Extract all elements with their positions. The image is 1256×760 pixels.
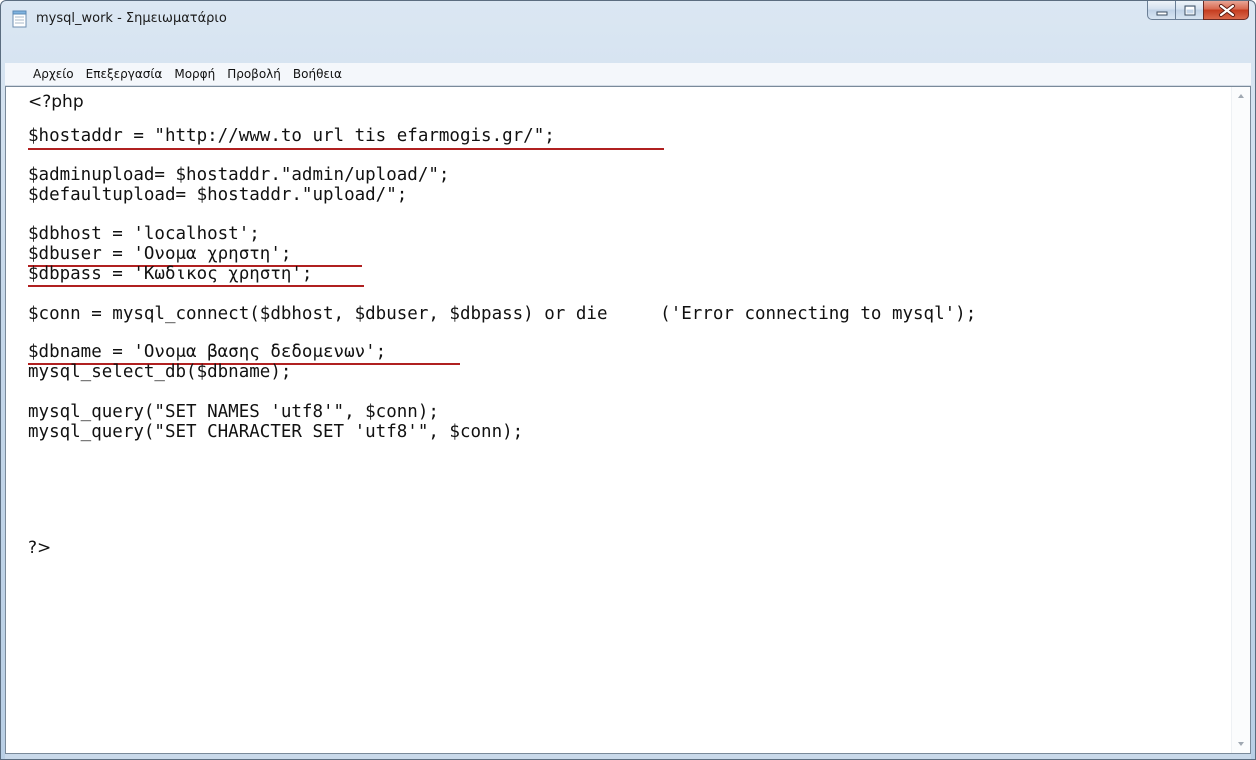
menu-help[interactable]: Βοήθεια <box>287 63 348 85</box>
text-editor[interactable]: <?php $hostaddr = "http://www.to url tis… <box>5 86 1251 754</box>
code-line-adminupload: $adminupload= $hostaddr."admin/upload/"; <box>28 165 450 185</box>
code-line-dbpass: $dbpass = 'Κωδικος χρηστη'; <box>28 264 313 284</box>
red-underline-dbpass <box>28 285 364 287</box>
code-line-set-names: mysql_query("SET NAMES 'utf8'", $conn); <box>28 402 439 422</box>
minimize-icon <box>1156 11 1168 16</box>
close-icon <box>1219 4 1235 17</box>
code-line-php-open: <?php <box>28 92 84 112</box>
window-title: mysql_work - Σημειωματάριο <box>36 11 227 26</box>
menu-edit[interactable]: Επεξεργασία <box>80 63 169 85</box>
code-line-select-db: mysql_select_db($dbname); <box>28 362 292 382</box>
code-line-dbhost: $dbhost = 'localhost'; <box>28 224 260 244</box>
red-underline-hostaddr <box>28 148 664 150</box>
maximize-button[interactable] <box>1175 1 1203 20</box>
close-button[interactable] <box>1203 1 1249 20</box>
caption-buttons <box>1147 1 1249 21</box>
menu-view[interactable]: Προβολή <box>221 63 287 85</box>
code-line-dbuser: $dbuser = 'Ονομα χρηστη'; <box>28 244 292 264</box>
menu-file[interactable]: Αρχείο <box>5 63 80 85</box>
code-line-php-close: ?> <box>28 538 52 558</box>
notepad-icon[interactable] <box>12 10 28 28</box>
code-line-conn: $conn = mysql_connect($dbhost, $dbuser, … <box>28 304 977 324</box>
vertical-scrollbar[interactable] <box>1231 87 1250 753</box>
maximize-icon <box>1184 5 1196 16</box>
menu-format[interactable]: Μορφή <box>168 63 221 85</box>
code-line-hostaddr: $hostaddr = "http://www.to url tis efarm… <box>28 126 555 146</box>
code-line-set-charset: mysql_query("SET CHARACTER SET 'utf8'", … <box>28 422 524 442</box>
menu-bar: Αρχείο Επεξεργασία Μορφή Προβολή Βοήθεια <box>5 63 1251 86</box>
title-bar[interactable]: mysql_work - Σημειωματάριο <box>1 1 1255 61</box>
window-bottom-border <box>5 754 1251 759</box>
minimize-button[interactable] <box>1147 1 1175 20</box>
code-line-defaultupload: $defaultupload= $hostaddr."upload/"; <box>28 185 408 205</box>
notepad-window: mysql_work - Σημειωματάριο Αρχείο Επεξερ… <box>0 0 1256 760</box>
code-line-dbname: $dbname = 'Ονομα βασης δεδομενων'; <box>28 342 387 362</box>
scroll-down-arrow-icon[interactable] <box>1232 735 1250 753</box>
scroll-up-arrow-icon[interactable] <box>1232 87 1250 105</box>
editor-content[interactable]: <?php $hostaddr = "http://www.to url tis… <box>28 92 1228 747</box>
